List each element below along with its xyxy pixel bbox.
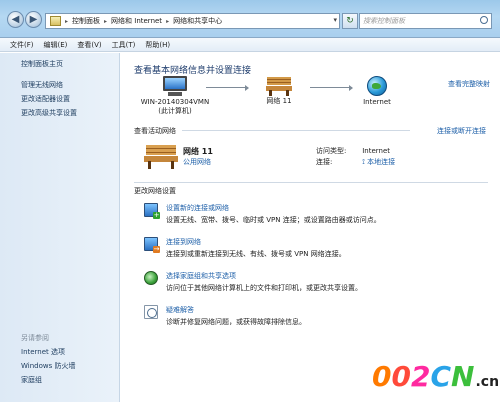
bench-network-icon xyxy=(144,143,178,169)
task-description: 访问位于其他网络计算机上的文件和打印机，或更改共享设置。 xyxy=(166,284,362,292)
task-connect-network[interactable]: → 连接到网络 连接到或重新连接到无线、有线、拨号或 VPN 网络连接。 xyxy=(144,237,484,261)
watermark-tld: .cn xyxy=(475,374,500,390)
map-internet[interactable]: Internet xyxy=(352,76,402,106)
main-content: 查看基本网络信息并设置连接 查看完整映射 WIN-20140304VMN (此计… xyxy=(120,53,500,402)
task-description: 连接到或重新连接到无线、有线、拨号或 VPN 网络连接。 xyxy=(166,250,346,258)
menu-edit[interactable]: 编辑(E) xyxy=(39,38,73,51)
local-connection-text: 本地连接 xyxy=(367,158,396,166)
menu-bar: 文件(F) 编辑(E) 查看(V) 工具(T) 帮助(H) xyxy=(0,38,500,52)
chevron-right-icon: ▸ xyxy=(104,17,108,25)
map-internet-label: Internet xyxy=(363,98,391,106)
sidebar-item-windows-firewall[interactable]: Windows 防火墙 xyxy=(21,361,75,371)
site-watermark-logo: 0 0 2 C N .cn xyxy=(372,360,500,393)
search-placeholder: 搜索控制面板 xyxy=(363,17,405,25)
active-network-name: 网络 11 xyxy=(183,147,213,156)
sidebar-item-advanced-sharing[interactable]: 更改高级共享设置 xyxy=(21,108,77,118)
connection-label: 连接: xyxy=(316,158,333,166)
local-connection-link[interactable]: ⟟ 本地连接 xyxy=(362,158,395,166)
control-panel-icon xyxy=(50,16,61,26)
title-bar: ◀ ▶ ▸ 控制面板 ▸ 网络和 Internet ▸ 网络和共享中心 ▾ ↻ … xyxy=(0,0,500,38)
chevron-right-icon: ▸ xyxy=(166,17,170,25)
divider xyxy=(182,130,410,131)
connect-network-icon: → xyxy=(144,237,160,253)
sidebar-item-adapter-settings[interactable]: 更改适配器设置 xyxy=(21,94,70,104)
search-input[interactable]: 搜索控制面板 xyxy=(359,13,492,29)
access-type-label: 访问类型: xyxy=(316,147,347,155)
task-description: 诊断并修复网络问题，或获得故障排除信息。 xyxy=(166,318,306,326)
computer-icon xyxy=(160,76,190,98)
sidebar-item-control-panel-home[interactable]: 控制面板主页 xyxy=(21,59,63,69)
see-also-heading: 另请参阅 xyxy=(21,334,49,342)
task-title[interactable]: 疑难解答 xyxy=(166,305,194,315)
chevron-down-icon[interactable]: ▾ xyxy=(333,16,337,24)
sidebar-item-internet-options[interactable]: Internet 选项 xyxy=(21,347,65,357)
view-full-map-link[interactable]: 查看完整映射 xyxy=(448,79,490,89)
map-computer[interactable]: WIN-20140304VMN (此计算机) xyxy=(130,76,220,116)
bench-network-icon xyxy=(266,76,292,96)
back-button[interactable]: ◀ xyxy=(7,11,24,28)
sidebar: 控制面板主页 管理无线网络 更改适配器设置 更改高级共享设置 另请参阅 Inte… xyxy=(0,53,120,402)
task-troubleshoot[interactable]: 疑难解答 诊断并修复网络问题，或获得故障排除信息。 xyxy=(144,305,484,329)
task-title[interactable]: 选择家庭组和共享选项 xyxy=(166,271,236,281)
globe-icon xyxy=(367,76,387,96)
breadcrumb-network-internet[interactable]: 网络和 Internet xyxy=(111,16,162,26)
address-bar[interactable]: ▸ 控制面板 ▸ 网络和 Internet ▸ 网络和共享中心 ▾ xyxy=(45,13,340,29)
task-title[interactable]: 设置新的连接或网络 xyxy=(166,203,229,213)
network-type-link[interactable]: 公用网络 xyxy=(183,157,211,167)
menu-help[interactable]: 帮助(H) xyxy=(140,38,175,51)
active-networks-heading: 查看活动网络 xyxy=(134,127,176,135)
page-title: 查看基本网络信息并设置连接 xyxy=(134,66,252,76)
refresh-button[interactable]: ↻ xyxy=(342,13,358,29)
sidebar-item-manage-wireless[interactable]: 管理无线网络 xyxy=(21,80,63,90)
search-icon[interactable] xyxy=(480,16,488,24)
divider xyxy=(134,182,488,183)
connect-disconnect-link[interactable]: 连接或断开连接 xyxy=(437,126,486,136)
breadcrumb-control-panel[interactable]: 控制面板 xyxy=(72,16,100,26)
homegroup-icon xyxy=(144,271,158,285)
connection-line xyxy=(206,85,249,91)
map-network-name: 网络 11 xyxy=(266,97,292,105)
task-setup-connection[interactable]: + 设置新的连接或网络 设置无线、宽带、拨号、临时或 VPN 连接；或设置路由器… xyxy=(144,203,484,227)
computer-sub: (此计算机) xyxy=(158,107,192,115)
forward-button[interactable]: ▶ xyxy=(25,11,42,28)
connection-line xyxy=(310,85,353,91)
chevron-right-icon: ▸ xyxy=(65,17,69,25)
network-adapter-icon: ⟟ xyxy=(362,158,365,166)
connection-row: 连接: ⟟ 本地连接 xyxy=(316,157,395,167)
computer-name: WIN-20140304VMN xyxy=(140,98,210,106)
breadcrumb-network-sharing-center[interactable]: 网络和共享中心 xyxy=(173,16,222,26)
task-description: 设置无线、宽带、拨号、临时或 VPN 连接；或设置路由器或访问点。 xyxy=(166,216,381,224)
map-network[interactable]: 网络 11 xyxy=(254,76,304,106)
sidebar-item-homegroup[interactable]: 家庭组 xyxy=(21,375,42,385)
menu-tools[interactable]: 工具(T) xyxy=(107,38,141,51)
network-setup-icon: + xyxy=(144,203,160,219)
menu-file[interactable]: 文件(F) xyxy=(5,38,39,51)
access-type-row: 访问类型: Internet xyxy=(316,146,390,156)
troubleshoot-icon xyxy=(144,305,158,319)
menu-view[interactable]: 查看(V) xyxy=(72,38,106,51)
task-title[interactable]: 连接到网络 xyxy=(166,237,201,247)
access-type-value: Internet xyxy=(362,147,391,155)
change-settings-heading: 更改网络设置 xyxy=(134,187,176,195)
task-homegroup-sharing[interactable]: 选择家庭组和共享选项 访问位于其他网络计算机上的文件和打印机，或更改共享设置。 xyxy=(144,271,484,295)
